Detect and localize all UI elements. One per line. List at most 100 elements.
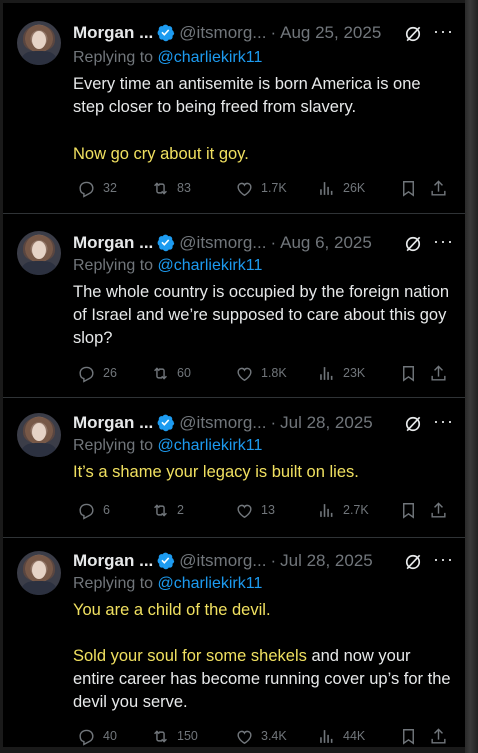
reply-button[interactable]: 6	[77, 499, 110, 521]
share-button[interactable]	[429, 177, 455, 199]
replying-prefix: Replying to	[73, 437, 154, 454]
verified-badge-icon	[157, 552, 175, 570]
grok-icon[interactable]	[403, 24, 423, 44]
like-button[interactable]: 13	[235, 499, 275, 521]
repost-count: 150	[177, 729, 198, 743]
like-icon	[237, 367, 252, 381]
verified-badge-icon	[157, 24, 175, 42]
handle[interactable]: @itsmorg...	[179, 413, 266, 432]
bookmark-icon	[403, 365, 414, 382]
separator-dot: ·	[270, 23, 277, 42]
display-name[interactable]: Morgan ...	[73, 551, 153, 570]
more-options-icon[interactable]: ···	[433, 21, 454, 42]
tweet-header: Morgan ... @itsmorg... · Jul 28, 2025 ···	[73, 411, 458, 437]
bookmark-button[interactable]	[399, 725, 425, 747]
tweet-text-highlight: It’s a shame your legacy is built on lie…	[73, 463, 359, 481]
share-button[interactable]	[429, 725, 455, 747]
tweet-date[interactable]: Jul 28, 2025	[280, 551, 373, 570]
bookmark-button[interactable]	[399, 177, 425, 199]
avatar[interactable]	[17, 551, 61, 595]
avatar[interactable]	[17, 21, 61, 65]
display-name[interactable]: Morgan ...	[73, 413, 153, 432]
separator-dot: ·	[270, 233, 277, 252]
grok-icon[interactable]	[403, 234, 423, 254]
share-button[interactable]	[429, 499, 455, 521]
share-icon	[431, 501, 446, 518]
avatar[interactable]	[17, 413, 61, 457]
repost-icon	[154, 503, 167, 517]
handle[interactable]: @itsmorg...	[179, 233, 266, 252]
tweet-date[interactable]: Jul 28, 2025	[280, 413, 373, 432]
replying-mention-link[interactable]: @charliekirk11	[158, 49, 263, 66]
avatar[interactable]	[17, 231, 61, 275]
handle[interactable]: @itsmorg...	[179, 551, 266, 570]
tweet-text: Sold your soul for some shekels and now …	[73, 645, 453, 714]
repost-count: 2	[177, 503, 184, 517]
repost-icon	[154, 181, 167, 195]
views-button[interactable]: 23K	[317, 362, 365, 384]
like-button[interactable]: 3.4K	[235, 725, 287, 747]
tweet-text-main: Every time an antisemite is born America…	[73, 75, 426, 116]
replying-mention-link[interactable]: @charliekirk11	[158, 257, 263, 274]
more-options-icon[interactable]: ···	[433, 411, 454, 432]
reply-count: 40	[103, 729, 117, 743]
repost-button[interactable]: 83	[151, 177, 191, 199]
replying-to: Replying to @charliekirk11	[73, 257, 262, 275]
tweet-1[interactable]: Morgan ... @itsmorg... · Aug 25, 2025 ··· R…	[3, 3, 465, 214]
like-icon	[237, 182, 252, 196]
views-count: 23K	[343, 366, 366, 380]
views-count: 2.7K	[343, 503, 369, 517]
reply-icon	[79, 366, 94, 383]
bookmark-icon	[403, 180, 414, 197]
views-icon	[320, 366, 333, 380]
reply-icon	[79, 181, 94, 198]
repost-icon	[154, 729, 167, 743]
more-options-icon[interactable]: ···	[433, 549, 454, 570]
replying-to: Replying to @charliekirk11	[73, 437, 262, 455]
bookmark-button[interactable]	[399, 499, 425, 521]
bookmark-button[interactable]	[399, 362, 425, 384]
background-edge	[465, 0, 478, 753]
tweet-actions: 40 150 3.4K 44K	[77, 725, 452, 747]
repost-button[interactable]: 2	[151, 499, 184, 521]
handle[interactable]: @itsmorg...	[179, 23, 266, 42]
tweet-2[interactable]: Morgan ... @itsmorg... · Aug 6, 2025 ··· Re…	[3, 213, 465, 398]
repost-button[interactable]: 60	[151, 362, 191, 384]
grok-icon[interactable]	[403, 414, 423, 434]
repost-button[interactable]: 150	[151, 725, 198, 747]
display-name[interactable]: Morgan ...	[73, 23, 153, 42]
views-count: 26K	[343, 181, 366, 195]
reply-count: 6	[103, 503, 110, 517]
tweet-date[interactable]: Aug 25, 2025	[280, 23, 381, 42]
like-icon	[237, 504, 252, 518]
views-icon	[320, 503, 333, 517]
like-button[interactable]: 1.8K	[235, 362, 287, 384]
bookmark-icon	[403, 502, 414, 519]
tweet-date[interactable]: Aug 6, 2025	[280, 233, 372, 252]
tweet-text: The whole country is occupied by the for…	[73, 283, 454, 347]
tweet-text-highlight: You are a child of the devil.	[73, 601, 271, 619]
tweet-3[interactable]: Morgan ... @itsmorg... · Jul 28, 2025 ··· R…	[3, 397, 465, 538]
more-options-icon[interactable]: ···	[433, 231, 454, 252]
display-name[interactable]: Morgan ...	[73, 233, 153, 252]
share-icon	[431, 727, 446, 744]
like-count: 13	[261, 503, 275, 517]
replying-to: Replying to @charliekirk11	[73, 49, 262, 67]
tweet-actions: 26 60 1.8K 23K	[77, 362, 452, 384]
tweet-header: Morgan ... @itsmorg... · Aug 6, 2025 ···	[73, 231, 458, 257]
reply-button[interactable]: 32	[77, 177, 117, 199]
replying-mention-link[interactable]: @charliekirk11	[158, 437, 263, 454]
share-icon	[431, 364, 446, 381]
verified-badge-icon	[157, 234, 175, 252]
views-button[interactable]: 2.7K	[317, 499, 369, 521]
tweet-4[interactable]: Morgan ... @itsmorg... · Jul 28, 2025 ··· R…	[3, 537, 465, 747]
tweet-actions: 6 2 13 2.7K	[77, 499, 452, 521]
reply-button[interactable]: 26	[77, 362, 117, 384]
like-button[interactable]: 1.7K	[235, 177, 287, 199]
share-button[interactable]	[429, 362, 455, 384]
views-button[interactable]: 44K	[317, 725, 365, 747]
reply-button[interactable]: 40	[77, 725, 117, 747]
replying-mention-link[interactable]: @charliekirk11	[158, 575, 263, 592]
grok-icon[interactable]	[403, 552, 423, 572]
views-button[interactable]: 26K	[317, 177, 365, 199]
